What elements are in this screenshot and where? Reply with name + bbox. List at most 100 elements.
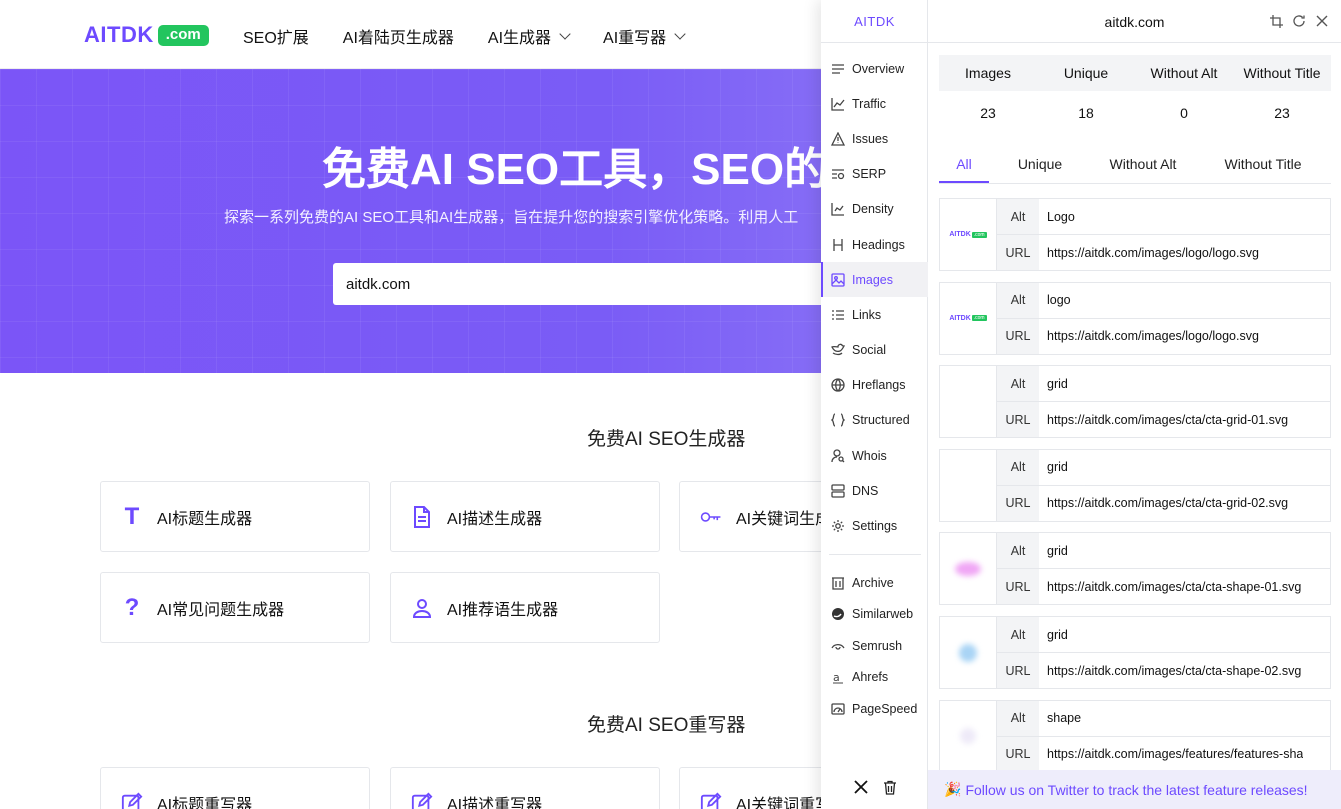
sidebar-item-hreflangs[interactable]: Hreflangs <box>821 368 928 403</box>
stats-value-cell: 23 <box>1274 105 1290 121</box>
url-label: URL <box>997 402 1039 438</box>
tool-card-label: AI关键词生成 <box>736 510 832 528</box>
sidebar-item-density[interactable]: Density <box>821 192 928 227</box>
sidebar-bottom-actions <box>821 770 928 809</box>
extension-main: aitdk.com Images Unique Without Alt Without… <box>928 0 1341 809</box>
image-thumbnail <box>940 700 997 770</box>
tab-unique[interactable]: Unique <box>989 149 1091 183</box>
warning-icon <box>831 131 845 146</box>
sidebar-item-traffic[interactable]: Traffic <box>821 86 928 121</box>
url-value[interactable]: https://aitdk.com/images/cta/cta-shape-0… <box>1039 580 1301 594</box>
image-row[interactable]: Alt grid URL https://aitdk.com/images/cta/c… <box>939 365 1331 439</box>
extension-header: aitdk.com <box>928 0 1341 43</box>
sidebar-item-archive[interactable]: Archive <box>821 567 928 599</box>
alt-label: Alt <box>997 700 1039 736</box>
hero-subtitle: 探索一系列免费的AI SEO工具和AI生成器，旨在提升您的搜索引擎优化策略。利用… <box>224 209 799 226</box>
x-twitter-icon[interactable] <box>853 779 869 800</box>
tool-card[interactable]: ? AI常见问题生成器 <box>100 572 370 643</box>
alt-value: grid <box>1047 627 1068 642</box>
alt-value: logo <box>1047 293 1071 308</box>
tool-card-label: AI关键词重写 <box>736 796 832 809</box>
image-row[interactable]: Alt grid URL https://aitdk.com/images/cta/c… <box>939 532 1331 606</box>
url-value[interactable]: https://aitdk.com/images/cta/cta-shape-0… <box>1039 664 1301 678</box>
url-value[interactable]: https://aitdk.com/images/features/featur… <box>1039 747 1303 761</box>
sidebar-item-overview[interactable]: Overview <box>821 51 928 86</box>
party-emoji: 🎉 <box>944 781 962 797</box>
image-row[interactable]: Alt grid URL https://aitdk.com/images/cta/c… <box>939 448 1331 522</box>
sidebar-item-settings[interactable]: Settings <box>821 508 928 543</box>
url-label: URL <box>997 569 1039 605</box>
refresh-icon[interactable] <box>1292 14 1306 28</box>
site-logo[interactable]: AITDK .com <box>84 22 209 48</box>
svg-text:a: a <box>833 671 840 684</box>
alt-row: Alt grid <box>997 533 1330 569</box>
nav-item[interactable]: AI生成器 <box>488 24 571 48</box>
image-row[interactable]: AITDK .com Alt Logo URL https://aitdk.com/ima… <box>939 198 1331 271</box>
tool-card[interactable]: T AI标题生成器 <box>100 481 370 552</box>
url-value[interactable]: https://aitdk.com/images/cta/cta-grid-01… <box>1039 413 1288 427</box>
sidebar-item-similarweb[interactable]: Similarweb <box>821 599 928 631</box>
image-fields: Alt Logo URL https://aitdk.com/images/logo/… <box>997 199 1330 270</box>
alt-value: grid <box>1047 543 1068 558</box>
sidebar-item-ahrefs[interactable]: a Ahrefs <box>821 662 928 694</box>
tool-card-label: AI描述重写器 <box>447 796 543 809</box>
image-thumbnail <box>940 617 997 688</box>
tab-without-title[interactable]: Without Title <box>1195 149 1331 183</box>
sidebar-item-issues[interactable]: Issues <box>821 121 928 156</box>
tool-card[interactable]: AI推荐语生成器 <box>390 572 660 643</box>
sidebar-item-serp[interactable]: SERP <box>821 157 928 192</box>
url-row: URL https://aitdk.com/images/cta/cta-grid… <box>997 484 1330 521</box>
tab-without-alt[interactable]: Without Alt <box>1091 149 1195 183</box>
sidebar-item-structured[interactable]: Structured <box>821 403 928 438</box>
image-row[interactable]: Alt shape URL https://aitdk.com/images/feat… <box>939 699 1331 770</box>
list-icon <box>831 62 845 76</box>
image-filter-tabs: All Unique Without Alt Without Title <box>939 149 1331 184</box>
url-value[interactable]: https://aitdk.com/images/logo/logo.svg <box>1039 329 1259 343</box>
archive-icon <box>831 576 845 590</box>
image-thumbnail <box>940 449 997 521</box>
nav-item[interactable]: SEO扩展 <box>243 24 309 48</box>
sidebar-item-images[interactable]: Images <box>821 262 928 298</box>
tool-card-label: AI标题重写器 <box>157 796 253 809</box>
nav-item[interactable]: AI重写器 <box>603 24 686 48</box>
tool-card[interactable]: AI描述重写器 <box>390 767 660 809</box>
nav-item[interactable]: AI着陆页生成器 <box>343 24 454 48</box>
alt-value: Logo <box>1047 209 1075 224</box>
trash-icon[interactable] <box>883 780 897 800</box>
sidebar-item-social[interactable]: Social <box>821 333 928 368</box>
edit-icon <box>411 792 433 809</box>
sidebar-item-label: Traffic <box>852 96 887 111</box>
tool-card[interactable]: AI标题重写器 <box>100 767 370 809</box>
alt-row: Alt shape <box>997 700 1330 736</box>
close-icon[interactable] <box>1315 14 1329 28</box>
sidebar-item-pagespeed[interactable]: PageSpeed <box>821 693 928 725</box>
tool-card[interactable]: AI描述生成器 <box>390 481 660 552</box>
image-thumbnail <box>940 533 997 605</box>
tab-all[interactable]: All <box>939 149 989 183</box>
url-value[interactable]: https://aitdk.com/images/cta/cta-grid-02… <box>1039 496 1288 510</box>
nav-item-label: SEO扩展 <box>243 30 309 47</box>
alt-row: Alt Logo <box>997 199 1330 234</box>
sidebar-divider <box>829 554 921 555</box>
server-icon <box>831 484 845 498</box>
url-value[interactable]: https://aitdk.com/images/logo/logo.svg <box>1039 246 1259 260</box>
image-row[interactable]: AITDK .com Alt logo URL https://aitdk.com/ima… <box>939 281 1331 355</box>
sidebar-item-semrush[interactable]: Semrush <box>821 630 928 662</box>
image-stats-table: Images Unique Without Alt Without Title 23 1… <box>939 55 1331 135</box>
twitter-promo-banner[interactable]: 🎉 Follow us on Twitter to track the late… <box>928 770 1341 809</box>
sidebar-item-links[interactable]: Links <box>821 297 928 332</box>
sidebar-item-headings[interactable]: Headings <box>821 227 928 262</box>
sidebar-item-whois[interactable]: Whois <box>821 438 928 473</box>
section-title-rewriters: 免费AI SEO重写器 <box>587 715 746 736</box>
sidebar-item-label: PageSpeed <box>852 701 918 716</box>
image-row[interactable]: Alt grid URL https://aitdk.com/images/cta/c… <box>939 616 1331 689</box>
stats-value-cell: 23 <box>980 105 996 121</box>
sidebar-item-dns[interactable]: DNS <box>821 473 928 508</box>
crop-icon[interactable] <box>1269 14 1283 28</box>
sidebar-item-label: Archive <box>852 575 894 590</box>
edit-icon <box>121 792 143 809</box>
site-nav-items: SEO扩展 AI着陆页生成器 AI生成器 AI重写器 <box>243 24 686 48</box>
url-row: URL https://aitdk.com/images/features/fea… <box>997 735 1330 770</box>
hero-search-input[interactable]: aitdk.com <box>333 263 893 305</box>
heading-icon <box>831 238 845 252</box>
